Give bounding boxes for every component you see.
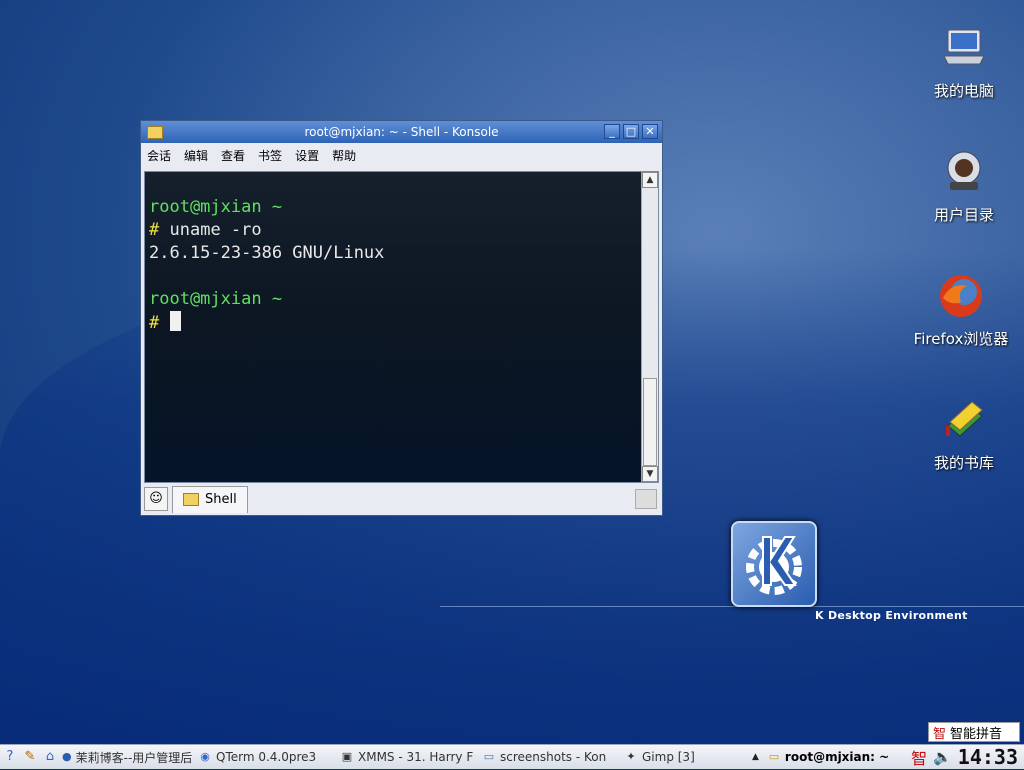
close-button[interactable]: ✕ xyxy=(642,124,658,139)
terminal-cursor xyxy=(169,311,181,331)
task-label: Gimp [3] xyxy=(642,750,695,764)
task-group-arrow-icon[interactable]: ▲ xyxy=(748,752,763,762)
window-titlebar[interactable]: root@mjxian: ~ - Shell - Konsole _ □ ✕ xyxy=(141,121,662,143)
desktop-icon-label: Firefox浏览器 xyxy=(913,330,1009,348)
desktop-icon-label: 我的书库 xyxy=(933,454,994,472)
gimp-icon: ✦ xyxy=(626,750,636,763)
help-icon[interactable]: ? xyxy=(2,749,18,765)
kde-gear-icon xyxy=(746,536,802,595)
home-folder-icon xyxy=(947,151,981,190)
terminal-prompt: root@mjxian ~ xyxy=(149,197,283,217)
terminal-hash: # xyxy=(149,220,160,240)
tools-icon[interactable]: ✎ xyxy=(22,749,38,765)
task-konsole[interactable]: ▭ root@mjxian: ~ xyxy=(763,750,901,764)
task-xmms[interactable]: ▣ XMMS - 31. Harry F xyxy=(336,750,478,764)
task-blog[interactable]: ● 茉莉博客--用户管理后 xyxy=(58,749,194,766)
menu-edit[interactable]: 编辑 xyxy=(184,147,208,164)
clock[interactable]: 14:33 xyxy=(958,745,1018,769)
menubar: 会话 编辑 查看 书签 设置 帮助 xyxy=(141,143,662,167)
desktop-icon-home[interactable]: 用户目录 xyxy=(906,148,1022,225)
ime-label: 智能拼音 xyxy=(950,726,1003,742)
books-icon xyxy=(946,401,983,437)
tab-label: Shell xyxy=(205,492,237,507)
terminal-prompt: root@mjxian ~ xyxy=(149,289,283,309)
desktop-icon-firefox[interactable]: Firefox浏览器 xyxy=(903,272,1019,349)
menu-help[interactable]: 帮助 xyxy=(332,147,356,164)
system-tray: 智 🔈 14:33 xyxy=(911,745,1024,769)
scroll-up-arrow-icon[interactable]: ▲ xyxy=(642,172,658,188)
close-session-icon[interactable] xyxy=(635,489,657,509)
ime-status[interactable]: 智 智能拼音 xyxy=(928,722,1020,742)
volume-icon[interactable]: 🔈 xyxy=(933,748,952,766)
desktop-icon-label: 用户目录 xyxy=(933,206,994,224)
scroll-thumb[interactable] xyxy=(643,378,657,466)
qterm-icon: ◉ xyxy=(200,750,210,763)
tab-shell[interactable]: Shell xyxy=(172,485,248,513)
folder-icon xyxy=(183,493,199,506)
firefox-icon xyxy=(940,275,982,317)
terminal-frame: root@mjxian ~ # uname -ro 2.6.15-23-386 … xyxy=(144,171,659,483)
globe-icon: ● xyxy=(62,750,72,763)
terminal-output: 2.6.15-23-386 GNU/Linux xyxy=(149,243,385,263)
terminal-area[interactable]: root@mjxian ~ # uname -ro 2.6.15-23-386 … xyxy=(145,172,642,482)
menu-settings[interactable]: 设置 xyxy=(295,147,319,164)
menu-bookmarks[interactable]: 书签 xyxy=(258,147,282,164)
scroll-down-arrow-icon[interactable]: ▼ xyxy=(642,466,658,482)
menu-session[interactable]: 会话 xyxy=(147,147,171,164)
terminal-hash: # xyxy=(149,313,160,333)
kde-logo xyxy=(731,521,817,607)
home-icon[interactable]: ⌂ xyxy=(42,749,58,765)
taskbar: ? ✎ ⌂ ● 茉莉博客--用户管理后 ◉ QTerm 0.4.0pre3 ▣ … xyxy=(0,744,1024,769)
folder-icon: ▭ xyxy=(483,750,495,763)
terminal-scrollbar[interactable]: ▲ ▼ xyxy=(641,172,658,482)
desktop-horizon-line xyxy=(440,606,1024,607)
konsole-window[interactable]: root@mjxian: ~ - Shell - Konsole _ □ ✕ 会… xyxy=(140,120,663,516)
desktop-icon-library[interactable]: 我的书库 xyxy=(906,396,1022,473)
menu-view[interactable]: 查看 xyxy=(221,147,245,164)
minimize-button[interactable]: _ xyxy=(604,124,620,139)
session-tabbar: ☺ Shell xyxy=(144,485,659,513)
task-label: 茉莉博客--用户管理后 xyxy=(75,750,193,765)
new-session-icon[interactable]: ☺ xyxy=(144,487,168,511)
window-title: root@mjxian: ~ - Shell - Konsole xyxy=(304,125,499,139)
xmms-icon: ▣ xyxy=(341,750,353,763)
desktop-icon-my-computer[interactable]: 我的电脑 xyxy=(906,24,1022,101)
task-label: QTerm 0.4.0pre3 xyxy=(216,750,317,764)
task-gimp[interactable]: ✦ Gimp [3] xyxy=(620,750,748,764)
konsole-icon: ▭ xyxy=(768,750,780,763)
ime-tray-icon[interactable]: 智 xyxy=(911,745,927,769)
task-screenshots[interactable]: ▭ screenshots - Kon xyxy=(478,750,620,764)
maximize-button[interactable]: □ xyxy=(623,124,639,139)
task-label: XMMS - 31. Harry F xyxy=(358,750,474,764)
desktop-icon-label: 我的电脑 xyxy=(933,82,994,100)
terminal-command: uname -ro xyxy=(169,220,262,240)
task-label: screenshots - Kon xyxy=(500,750,607,764)
task-qterm[interactable]: ◉ QTerm 0.4.0pre3 xyxy=(194,750,336,764)
computer-icon xyxy=(943,29,985,65)
ime-icon: 智 xyxy=(933,726,947,742)
task-label: root@mjxian: ~ xyxy=(784,750,890,764)
kde-caption: K Desktop Environment xyxy=(815,609,968,622)
